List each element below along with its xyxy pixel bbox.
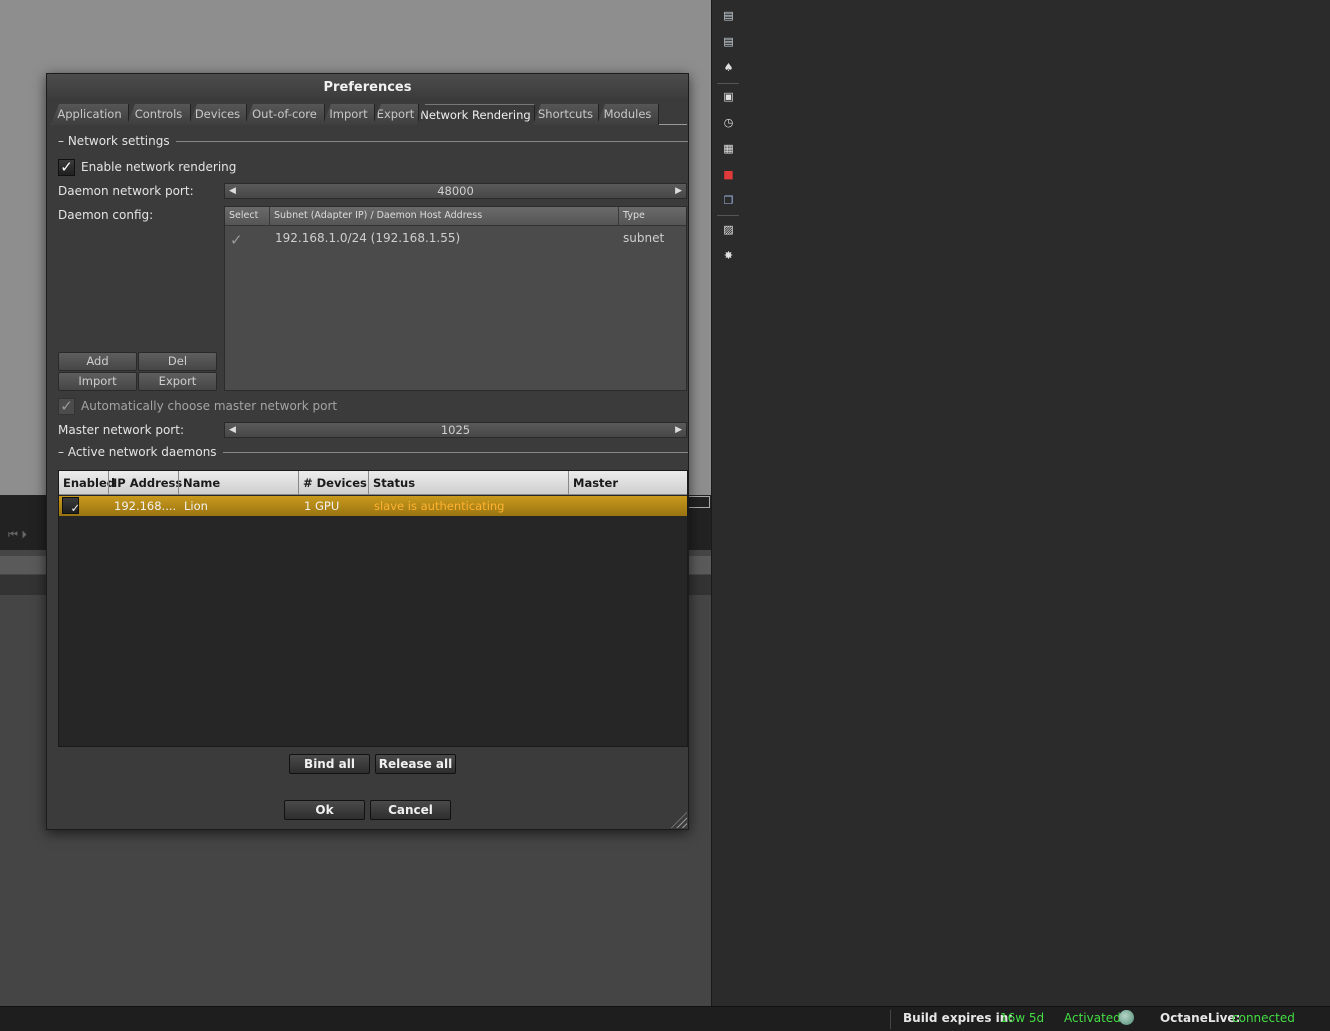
daemon-devices: 1 GPU: [304, 499, 340, 513]
column-divider: [568, 471, 569, 495]
enable-network-rendering-label: Enable network rendering: [81, 160, 237, 174]
column-divider: [108, 471, 109, 495]
tab-bar: Application Controls Devices Out-of-core…: [51, 103, 687, 125]
checkmark-icon: ✓: [60, 158, 73, 176]
add-button[interactable]: Add: [58, 352, 137, 371]
viewport-resize-box: [688, 496, 710, 508]
octanelive-status: connected: [1232, 1011, 1295, 1025]
column-divider: [269, 207, 270, 226]
daemon-status: slave is authenticating: [374, 499, 505, 513]
column-type[interactable]: Type: [623, 210, 645, 221]
column-ip-address[interactable]: IP Address: [113, 476, 182, 490]
clock-icon[interactable]: ◷: [721, 115, 736, 130]
status-bar: Build expires in: 16w 5d Activated Octan…: [0, 1006, 1330, 1031]
import-button[interactable]: Import: [58, 372, 137, 391]
export-button[interactable]: Export: [138, 372, 217, 391]
daemon-config-label: Daemon config:: [58, 208, 154, 222]
daemon-port-label: Daemon network port:: [58, 184, 194, 198]
row-select-checkmark-icon[interactable]: ✓: [230, 231, 243, 249]
tab-shortcuts[interactable]: Shortcuts: [533, 104, 599, 125]
node-graph-panel: [711, 0, 1330, 1006]
tab-export[interactable]: Export: [373, 104, 419, 125]
release-all-button[interactable]: Release all: [375, 754, 456, 774]
checkmark-icon: ✓: [70, 501, 81, 515]
column-divider: [178, 471, 179, 495]
sidebar-separator: [717, 83, 739, 84]
column-select[interactable]: Select: [229, 210, 258, 221]
auto-master-port-checkbox[interactable]: ✓: [58, 398, 75, 415]
decrement-arrow-icon[interactable]: ◀: [229, 184, 236, 198]
status-separator: [890, 1010, 891, 1029]
light-burst-icon[interactable]: ✸: [721, 248, 736, 263]
active-daemons-header[interactable]: – Active network daemons: [58, 445, 688, 459]
daemon-name: Lion: [184, 499, 208, 513]
activated-status: Activated: [1064, 1011, 1121, 1025]
network-settings-header[interactable]: – Network settings: [58, 134, 688, 148]
row-address: 192.168.1.0/24 (192.168.1.55): [275, 231, 461, 245]
layers-icon[interactable]: ❐: [721, 193, 736, 208]
section-divider: [222, 451, 688, 453]
column-divider: [298, 471, 299, 495]
build-expires-label: Build expires in:: [903, 1011, 1014, 1025]
section-collapse-icon: –: [58, 445, 68, 459]
active-daemons-header-row: Enabled IP Address Name # Devices Status…: [59, 471, 687, 495]
red-cube-icon[interactable]: ■: [721, 167, 736, 182]
column-master[interactable]: Master: [573, 476, 618, 490]
daemon-ip: 192.168....: [114, 499, 177, 513]
tab-import[interactable]: Import: [323, 104, 375, 125]
table-row[interactable]: ✓ 192.168.... Lion 1 GPU slave is authen…: [59, 496, 687, 516]
ok-button[interactable]: Ok: [284, 800, 365, 820]
checkmark-icon: ✓: [60, 397, 73, 415]
daemon-enabled-checkbox[interactable]: ✓: [62, 497, 81, 515]
column-name[interactable]: Name: [183, 476, 220, 490]
image-icon[interactable]: ▨: [721, 222, 736, 237]
daemon-config-header: Select Subnet (Adapter IP) / Daemon Host…: [225, 207, 686, 226]
resize-grip-icon[interactable]: [671, 812, 687, 828]
column-divider: [368, 471, 369, 495]
paint-drop-icon[interactable]: ♠: [721, 60, 736, 75]
active-daemons-table: Enabled IP Address Name # Devices Status…: [58, 470, 688, 747]
active-daemons-title: Active network daemons: [67, 445, 217, 459]
daemon-config-table: Select Subnet (Adapter IP) / Daemon Host…: [224, 206, 687, 391]
dialog-title: Preferences: [47, 74, 688, 101]
master-port-label: Master network port:: [58, 423, 184, 437]
database-icon[interactable]: ▤: [721, 8, 736, 23]
daemon-port-field[interactable]: ◀ 48000 ▶: [224, 183, 687, 199]
section-divider: [175, 140, 688, 142]
enable-network-rendering-checkbox[interactable]: ✓: [58, 159, 75, 176]
tab-application[interactable]: Application: [51, 104, 129, 125]
column-status[interactable]: Status: [373, 476, 415, 490]
tab-controls[interactable]: Controls: [127, 104, 191, 125]
node-graph-icon[interactable]: ▦: [721, 141, 736, 156]
column-divider: [618, 207, 619, 226]
tab-devices[interactable]: Devices: [189, 104, 247, 125]
bind-all-button[interactable]: Bind all: [289, 754, 370, 774]
preferences-dialog: Preferences Application Controls Devices…: [46, 73, 689, 830]
column-devices[interactable]: # Devices: [303, 476, 367, 490]
octanelive-label: OctaneLive:: [1160, 1011, 1241, 1025]
increment-arrow-icon[interactable]: ▶: [675, 184, 682, 198]
increment-arrow-icon[interactable]: ▶: [675, 423, 682, 437]
decrement-arrow-icon[interactable]: ◀: [229, 423, 236, 437]
tab-modules[interactable]: Modules: [597, 104, 659, 125]
master-port-value: 1025: [440, 423, 471, 437]
del-button[interactable]: Del: [138, 352, 217, 371]
section-collapse-icon: –: [58, 134, 68, 148]
daemon-port-value: 48000: [437, 184, 474, 198]
film-frame-icon[interactable]: ▣: [721, 89, 736, 104]
sidebar-separator: [717, 215, 739, 216]
tab-out-of-core[interactable]: Out-of-core: [245, 104, 325, 125]
network-settings-title: Network settings: [67, 134, 170, 148]
cancel-button[interactable]: Cancel: [370, 800, 451, 820]
auto-master-port-label: Automatically choose master network port: [81, 399, 338, 413]
tab-network-rendering[interactable]: Network Rendering: [417, 104, 535, 125]
build-expires-value: 16w 5d: [1000, 1011, 1045, 1025]
globe-icon[interactable]: [1119, 1010, 1134, 1025]
column-subnet[interactable]: Subnet (Adapter IP) / Daemon Host Addres…: [274, 210, 482, 221]
row-type: subnet: [623, 231, 665, 245]
database-stack-icon[interactable]: ▤: [721, 34, 736, 49]
timeline-controls-icon: ⏮ ⏵: [8, 528, 27, 541]
master-port-field[interactable]: ◀ 1025 ▶: [224, 422, 687, 438]
